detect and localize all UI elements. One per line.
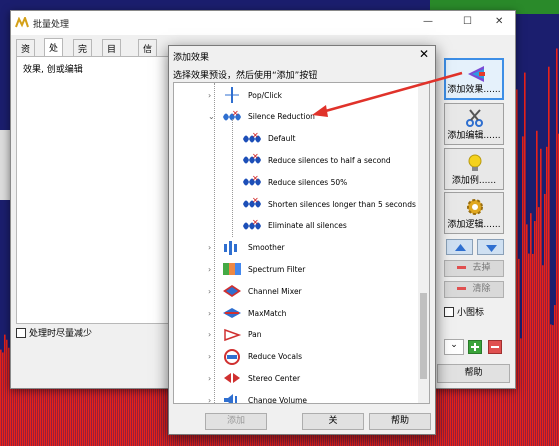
- annotation-arrow: [312, 71, 463, 117]
